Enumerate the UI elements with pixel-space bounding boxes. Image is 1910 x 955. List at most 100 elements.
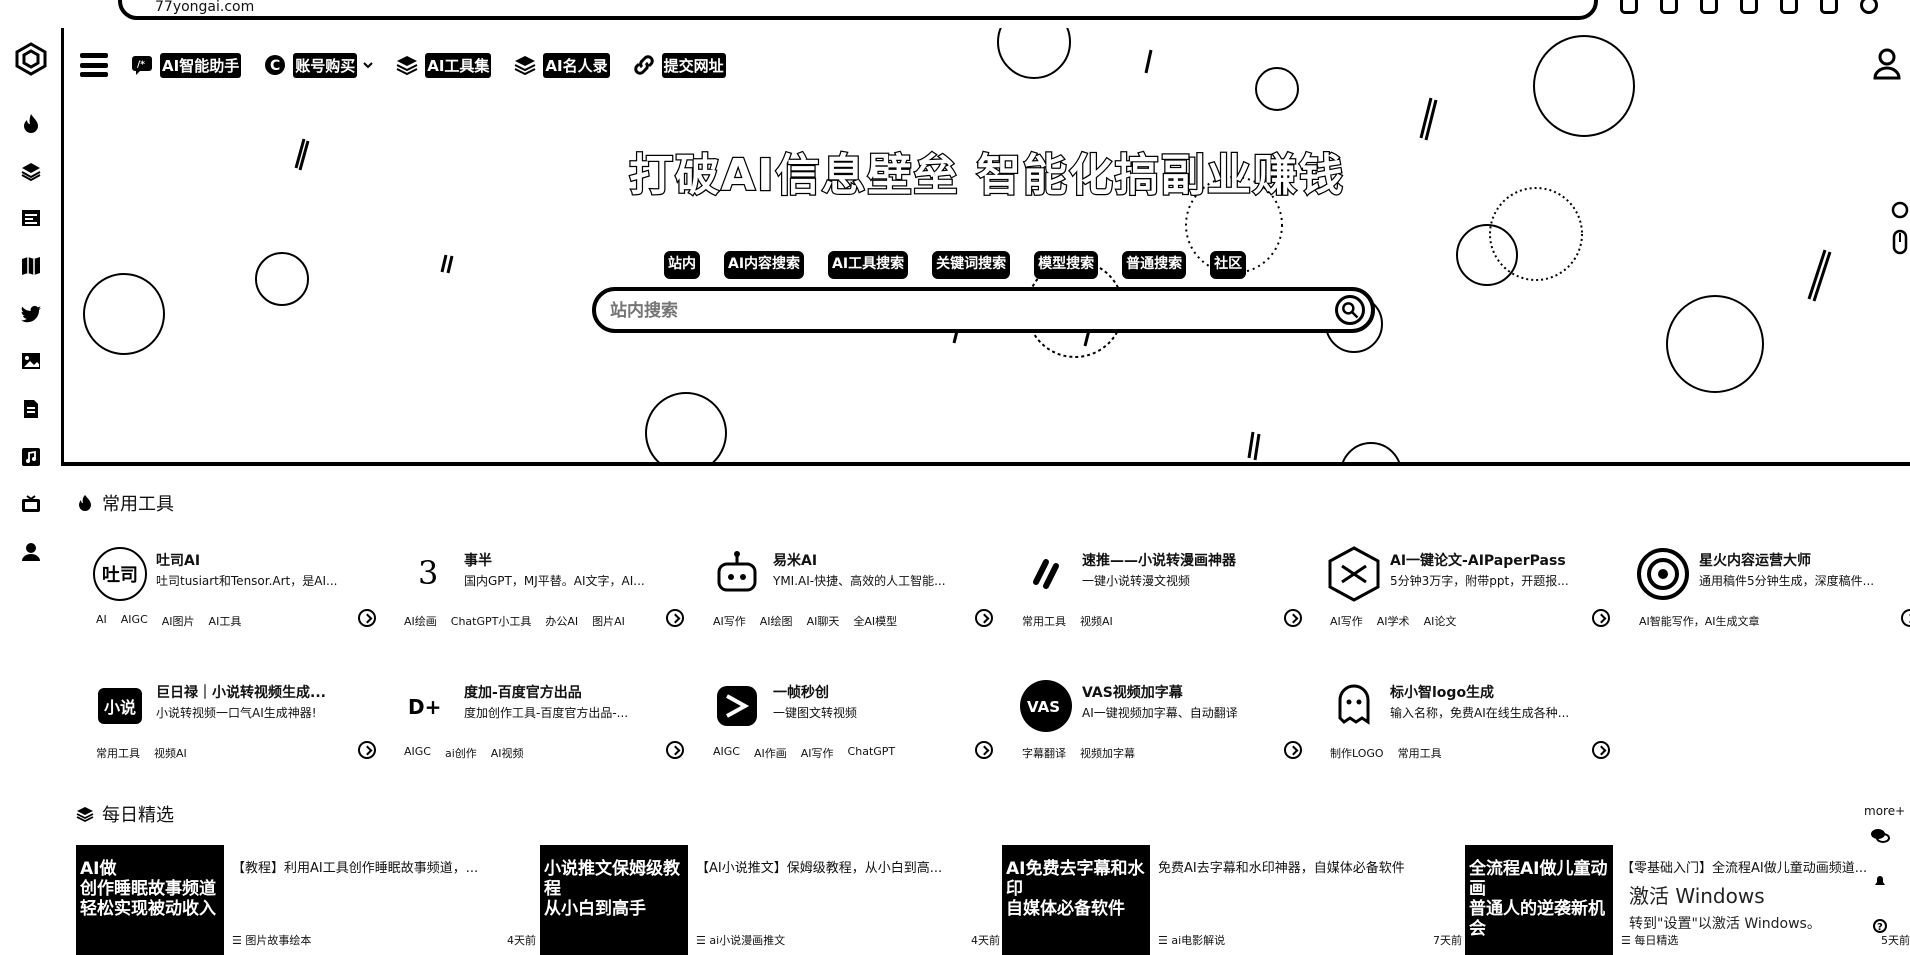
tool-tag[interactable]: ChatGPT bbox=[848, 745, 896, 761]
bell-icon[interactable] bbox=[1872, 873, 1888, 889]
tool-tag[interactable]: 视频AI bbox=[154, 745, 187, 761]
tool-tag[interactable]: 字幕翻译 bbox=[1022, 745, 1066, 761]
side-tools-icon[interactable] bbox=[1886, 195, 1910, 275]
article-title[interactable]: 【零基础入门】全流程AI做儿童动画频道... bbox=[1621, 857, 1867, 876]
arrow-right-icon[interactable] bbox=[1284, 741, 1302, 759]
extension-icon[interactable] bbox=[1820, 0, 1838, 14]
user-account-icon[interactable] bbox=[1872, 48, 1902, 80]
search-tab-normal[interactable]: 普通搜索 bbox=[1122, 251, 1187, 279]
search-tab-community[interactable]: 社区 bbox=[1210, 251, 1247, 279]
search-tab-site[interactable]: 站内 bbox=[664, 251, 700, 279]
tool-tag[interactable]: 常用工具 bbox=[1398, 745, 1442, 761]
tool-tag[interactable]: AIGC bbox=[713, 745, 740, 761]
tool-tag[interactable]: AIGC bbox=[121, 613, 148, 629]
wechat-icon[interactable] bbox=[1870, 826, 1890, 846]
tool-name[interactable]: 度加-百度官方出品 bbox=[464, 682, 582, 702]
tool-name[interactable]: 标小智logo生成 bbox=[1390, 682, 1494, 702]
profile-icon[interactable] bbox=[1860, 0, 1878, 14]
tv-icon[interactable] bbox=[20, 494, 42, 516]
music-icon[interactable] bbox=[20, 446, 42, 468]
tool-name[interactable]: 易米AI bbox=[773, 550, 817, 570]
tool-tag[interactable]: AI作画 bbox=[754, 745, 787, 761]
tool-tag[interactable]: AI聊天 bbox=[807, 613, 840, 629]
news-icon[interactable] bbox=[20, 207, 42, 229]
search-button[interactable] bbox=[1335, 295, 1365, 325]
map-icon[interactable] bbox=[20, 255, 42, 277]
arrow-right-icon[interactable] bbox=[1901, 609, 1910, 627]
tool-tag[interactable]: AI视频 bbox=[491, 745, 524, 761]
tool-tag[interactable]: 常用工具 bbox=[1022, 613, 1066, 629]
tool-tag[interactable]: 视频加字幕 bbox=[1080, 745, 1135, 761]
user-icon[interactable] bbox=[20, 541, 42, 563]
article-thumbnail[interactable]: AI做 创作睡眠故事频道 轻松实现被动收入 bbox=[76, 845, 224, 955]
menu-icon[interactable] bbox=[80, 53, 108, 77]
tool-name[interactable]: 吐司AI bbox=[156, 550, 200, 570]
tool-tag[interactable]: AI写作 bbox=[713, 613, 746, 629]
more-link[interactable]: more+ bbox=[1864, 804, 1905, 818]
tool-tag[interactable]: AI写作 bbox=[1330, 613, 1363, 629]
tool-tag[interactable]: ai创作 bbox=[445, 745, 477, 761]
logo-icon[interactable] bbox=[14, 42, 48, 76]
tool-tag[interactable]: AI绘图 bbox=[760, 613, 793, 629]
tool-card[interactable]: 3 事半 国内GPT，MJ平替。AI文字，AI... AI绘画 ChatGPT小工具 办公… bbox=[394, 538, 684, 646]
arrow-right-icon[interactable] bbox=[975, 609, 993, 627]
arrow-right-icon[interactable] bbox=[1592, 741, 1610, 759]
tool-card[interactable]: 小说 巨日禄｜小说转视频生成... 小说转视频一口气AI生成神器! 常用工具 视频AI bbox=[86, 670, 376, 778]
article-category[interactable]: ☰ ai小说漫画推文 bbox=[696, 932, 785, 948]
arrow-right-icon[interactable] bbox=[1592, 609, 1610, 627]
tool-card[interactable]: 吐司 吐司AI 吐司tusiart和Tensor.Art，是AI... AI AIGC A… bbox=[86, 538, 376, 646]
daily-card[interactable]: 小说推文保姆级教程 从小白到高手 【AI小说推文】保姆级教程，从小白到高... ☰ … bbox=[540, 845, 1000, 955]
article-title[interactable]: 【AI小说推文】保姆级教程，从小白到高... bbox=[696, 857, 942, 876]
tool-tag[interactable]: ChatGPT小工具 bbox=[451, 613, 532, 629]
tool-card[interactable]: D+ 度加-百度官方出品 度加创作工具-百度官方出品-... AIGC ai创作 AI视频 bbox=[394, 670, 684, 778]
article-title[interactable]: 【教程】利用AI工具创作睡眠故事频道，... bbox=[232, 857, 478, 876]
extension-icon[interactable] bbox=[1660, 0, 1678, 14]
tool-card[interactable]: 标小智logo生成 输入名称，免费AI在线生成各种... 制作LOGO 常用工具 bbox=[1320, 670, 1610, 778]
search-tab-keyword[interactable]: 关键词搜索 bbox=[932, 251, 1011, 279]
search-tab-model[interactable]: 模型搜索 bbox=[1034, 251, 1099, 279]
layers-icon[interactable] bbox=[20, 160, 42, 182]
tool-tag[interactable]: 常用工具 bbox=[96, 745, 140, 761]
nav-item-ai-tools[interactable]: AI工具集 bbox=[395, 52, 492, 78]
extension-icon[interactable] bbox=[1620, 0, 1638, 14]
arrow-right-icon[interactable] bbox=[666, 741, 684, 759]
tool-tag[interactable]: AI bbox=[96, 613, 107, 629]
tool-tag[interactable]: AI绘画 bbox=[404, 613, 437, 629]
article-thumbnail[interactable]: AI免费去字幕和水印 自媒体必备软件 bbox=[1002, 845, 1150, 955]
article-category[interactable]: ☰ 图片故事绘本 bbox=[232, 932, 311, 948]
nav-item-submit-url[interactable]: 提交网址 bbox=[632, 52, 726, 78]
address-bar[interactable] bbox=[118, 0, 1598, 20]
arrow-right-icon[interactable] bbox=[666, 609, 684, 627]
nav-item-ai-assistant[interactable]: /* AI智能助手 bbox=[130, 52, 242, 78]
tool-name[interactable]: 一帧秒创 bbox=[773, 682, 829, 702]
article-thumbnail[interactable]: 全流程AI做儿童动画 普通人的逆袭新机会 bbox=[1465, 845, 1613, 955]
arrow-right-icon[interactable] bbox=[1284, 609, 1302, 627]
article-category[interactable]: ☰ ai电影解说 bbox=[1158, 932, 1225, 948]
tool-tag[interactable]: AI智能写作，AI生成文章 bbox=[1639, 613, 1760, 629]
extension-icon[interactable] bbox=[1740, 0, 1758, 14]
image-icon[interactable] bbox=[20, 350, 42, 372]
arrow-right-icon[interactable] bbox=[975, 741, 993, 759]
tool-name[interactable]: VAS视频加字幕 bbox=[1082, 682, 1183, 702]
tool-name[interactable]: 星火内容运营大师 bbox=[1699, 550, 1811, 570]
arrow-right-icon[interactable] bbox=[358, 741, 376, 759]
tool-tag[interactable]: AI图片 bbox=[162, 613, 195, 629]
tool-tag[interactable]: AI论文 bbox=[1424, 613, 1457, 629]
address-text[interactable]: 77yongai.com bbox=[155, 0, 254, 15]
daily-card[interactable]: AI做 创作睡眠故事频道 轻松实现被动收入 【教程】利用AI工具创作睡眠故事频道，… bbox=[76, 845, 536, 955]
tool-tag[interactable]: 图片AI bbox=[592, 613, 625, 629]
search-input[interactable] bbox=[610, 299, 1290, 323]
document-icon[interactable] bbox=[20, 398, 42, 420]
tool-card[interactable]: 星火内容运营大师 通用稿件5分钟生成，深度稿件... AI智能写作，AI生成文章 bbox=[1629, 538, 1910, 646]
nav-item-ai-celebrities[interactable]: AI名人录 bbox=[513, 52, 610, 78]
tool-name[interactable]: 巨日禄｜小说转视频生成... bbox=[156, 682, 326, 702]
search-tab-ai-tools[interactable]: AI工具搜索 bbox=[828, 251, 909, 279]
tool-card[interactable]: 一帧秒创 一键图文转视频 AIGC AI作画 AI写作 ChatGPT bbox=[703, 670, 993, 778]
tool-card[interactable]: VAS VAS视频加字幕 AI一键视频加字幕、自动翻译 字幕翻译 视频加字幕 bbox=[1012, 670, 1302, 778]
twitter-icon[interactable] bbox=[20, 303, 42, 325]
tool-card[interactable]: 速推——小说转漫画神器 一键小说转漫文视频 常用工具 视频AI bbox=[1012, 538, 1302, 646]
tool-tag[interactable]: 制作LOGO bbox=[1330, 745, 1384, 761]
tool-name[interactable]: 事半 bbox=[464, 550, 492, 570]
tool-tag[interactable]: AI写作 bbox=[801, 745, 834, 761]
tool-tag[interactable]: 办公AI bbox=[545, 613, 578, 629]
